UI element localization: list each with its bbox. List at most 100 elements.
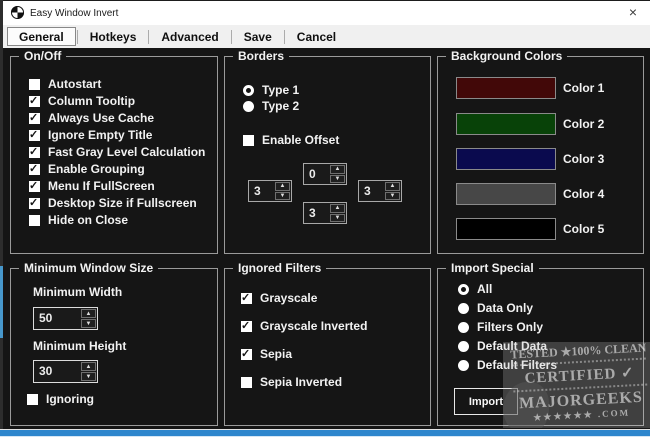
checkbox-sepia-inverted[interactable]: Sepia Inverted xyxy=(241,376,342,389)
group-import-special: Import Special All Data Only Filters Onl… xyxy=(437,261,644,426)
spinner-value[interactable]: 3 xyxy=(359,181,384,201)
spinner-down-icon[interactable]: ▼ xyxy=(275,191,290,200)
color-label: Color 2 xyxy=(563,117,605,131)
checkbox-box xyxy=(241,347,252,360)
color-row-4: Color 4 xyxy=(456,183,604,205)
spinner-value[interactable]: 3 xyxy=(304,203,329,223)
color-5-swatch[interactable] xyxy=(456,218,556,240)
import-button[interactable]: Import xyxy=(454,388,518,415)
checkbox-box xyxy=(29,128,40,141)
radio-dot xyxy=(458,341,469,352)
spinner-buttons: ▲ ▼ xyxy=(274,181,291,201)
radio-default-filters[interactable]: Default Filters xyxy=(458,359,557,372)
group-ignored-filters: Ignored Filters Grayscale Grayscale Inve… xyxy=(224,261,431,426)
offset-top-spinner[interactable]: 0 ▲ ▼ xyxy=(303,163,347,185)
checkbox-hide-on-close[interactable]: Hide on Close xyxy=(29,214,205,227)
group-borders: Borders Type 1 Type 2 Enable Offset 0 ▲ ▼… xyxy=(224,49,431,254)
radio-dot xyxy=(458,303,469,314)
checkbox-box xyxy=(29,215,40,226)
tab-advanced[interactable]: Advanced xyxy=(150,27,229,46)
tab-save[interactable]: Save xyxy=(233,27,283,46)
radio-type-1[interactable]: Type 1 xyxy=(243,84,299,97)
spinner-down-icon[interactable]: ▼ xyxy=(385,191,400,200)
tab-separator xyxy=(230,29,232,44)
radio-filters-only[interactable]: Filters Only xyxy=(458,321,543,334)
checkbox-autostart[interactable]: Autostart xyxy=(29,78,205,91)
checkbox-label: Enable Offset xyxy=(262,133,340,147)
radio-all[interactable]: All xyxy=(458,283,492,296)
tab-separator xyxy=(148,29,150,44)
color-1-swatch[interactable] xyxy=(456,77,556,99)
tab-cancel[interactable]: Cancel xyxy=(286,27,347,46)
color-row-3: Color 3 xyxy=(456,148,604,170)
radio-type-2[interactable]: Type 2 xyxy=(243,100,299,113)
spinner-up-icon[interactable]: ▲ xyxy=(81,362,96,371)
color-4-swatch[interactable] xyxy=(456,183,556,205)
color-2-swatch[interactable] xyxy=(456,113,556,135)
spinner-buttons: ▲ ▼ xyxy=(384,181,401,201)
checkbox-desktop-size-fullscreen[interactable]: Desktop Size if Fullscreen xyxy=(29,196,205,210)
window-body: On/Off Autostart Column Tooltip Always U… xyxy=(3,48,650,431)
group-on-off: On/Off Autostart Column Tooltip Always U… xyxy=(10,49,218,254)
on-off-list: Autostart Column Tooltip Always Use Cach… xyxy=(29,78,205,227)
checkbox-grayscale[interactable]: Grayscale xyxy=(241,291,317,305)
checkbox-column-tooltip[interactable]: Column Tooltip xyxy=(29,94,205,108)
spinner-value[interactable]: 0 xyxy=(304,164,329,184)
close-icon[interactable]: × xyxy=(629,4,637,21)
radio-dot xyxy=(243,85,254,96)
checkbox-menu-if-fullscreen[interactable]: Menu If FullScreen xyxy=(29,179,205,193)
radio-default-data[interactable]: Default Data xyxy=(458,340,547,353)
spinner-down-icon[interactable]: ▼ xyxy=(330,213,345,222)
radio-label: Type 2 xyxy=(262,99,300,113)
spinner-buttons: ▲ ▼ xyxy=(80,361,97,382)
tab-general[interactable]: General xyxy=(7,27,76,46)
spinner-down-icon[interactable]: ▼ xyxy=(330,174,345,183)
spinner-down-icon[interactable]: ▼ xyxy=(81,319,96,328)
group-title: On/Off xyxy=(19,49,67,63)
checkbox-fast-gray-level[interactable]: Fast Gray Level Calculation xyxy=(29,145,206,159)
checkbox-label: Sepia xyxy=(260,347,293,361)
spinner-value[interactable]: 50 xyxy=(34,308,80,329)
spinner-down-icon[interactable]: ▼ xyxy=(81,372,96,381)
group-title: Background Colors xyxy=(446,49,568,63)
radio-label: Type 1 xyxy=(262,83,300,97)
minimum-width-spinner[interactable]: 50 ▲ ▼ xyxy=(33,307,98,330)
spinner-value[interactable]: 30 xyxy=(34,361,80,382)
checkbox-box xyxy=(243,135,254,146)
spinner-up-icon[interactable]: ▲ xyxy=(385,182,400,191)
spinner-up-icon[interactable]: ▲ xyxy=(330,165,345,174)
group-title: Borders xyxy=(233,49,290,63)
spinner-up-icon[interactable]: ▲ xyxy=(81,309,96,318)
tab-hotkeys[interactable]: Hotkeys xyxy=(79,27,148,46)
minimum-height-spinner[interactable]: 30 ▲ ▼ xyxy=(33,360,98,383)
checkbox-grayscale-inverted[interactable]: Grayscale Inverted xyxy=(241,319,367,333)
radio-dot xyxy=(458,322,469,333)
checkbox-box xyxy=(241,319,252,332)
minimum-width-label: Minimum Width xyxy=(33,285,123,299)
spinner-value[interactable]: 3 xyxy=(249,181,274,201)
color-row-5: Color 5 xyxy=(456,218,604,240)
offset-bottom-spinner[interactable]: 3 ▲ ▼ xyxy=(303,202,347,224)
radio-data-only[interactable]: Data Only xyxy=(458,302,533,315)
color-3-swatch[interactable] xyxy=(456,148,556,170)
checkbox-enable-offset[interactable]: Enable Offset xyxy=(243,134,339,147)
checkbox-label: Fast Gray Level Calculation xyxy=(48,145,206,159)
spinner-up-icon[interactable]: ▲ xyxy=(330,204,345,213)
checkbox-label: Enable Grouping xyxy=(48,162,145,176)
radio-label: Default Data xyxy=(477,339,548,353)
checkbox-box xyxy=(29,94,40,107)
checkbox-ignoring[interactable]: Ignoring xyxy=(27,393,94,406)
offset-left-spinner[interactable]: 3 ▲ ▼ xyxy=(248,180,292,202)
checkbox-always-use-cache[interactable]: Always Use Cache xyxy=(29,111,205,125)
app-icon xyxy=(11,6,24,19)
color-label: Color 3 xyxy=(563,152,605,166)
checkbox-enable-grouping[interactable]: Enable Grouping xyxy=(29,162,205,176)
checkbox-label: Always Use Cache xyxy=(48,111,155,125)
color-row-2: Color 2 xyxy=(456,113,604,135)
spinner-up-icon[interactable]: ▲ xyxy=(275,182,290,191)
offset-right-spinner[interactable]: 3 ▲ ▼ xyxy=(358,180,402,202)
group-background-colors: Background Colors Color 1 Color 2 Color … xyxy=(437,49,644,254)
checkbox-ignore-empty-title[interactable]: Ignore Empty Title xyxy=(29,128,205,142)
screenshot-root: Easy Window Invert × General Hotkeys Adv… xyxy=(0,0,650,437)
checkbox-sepia[interactable]: Sepia xyxy=(241,347,293,361)
